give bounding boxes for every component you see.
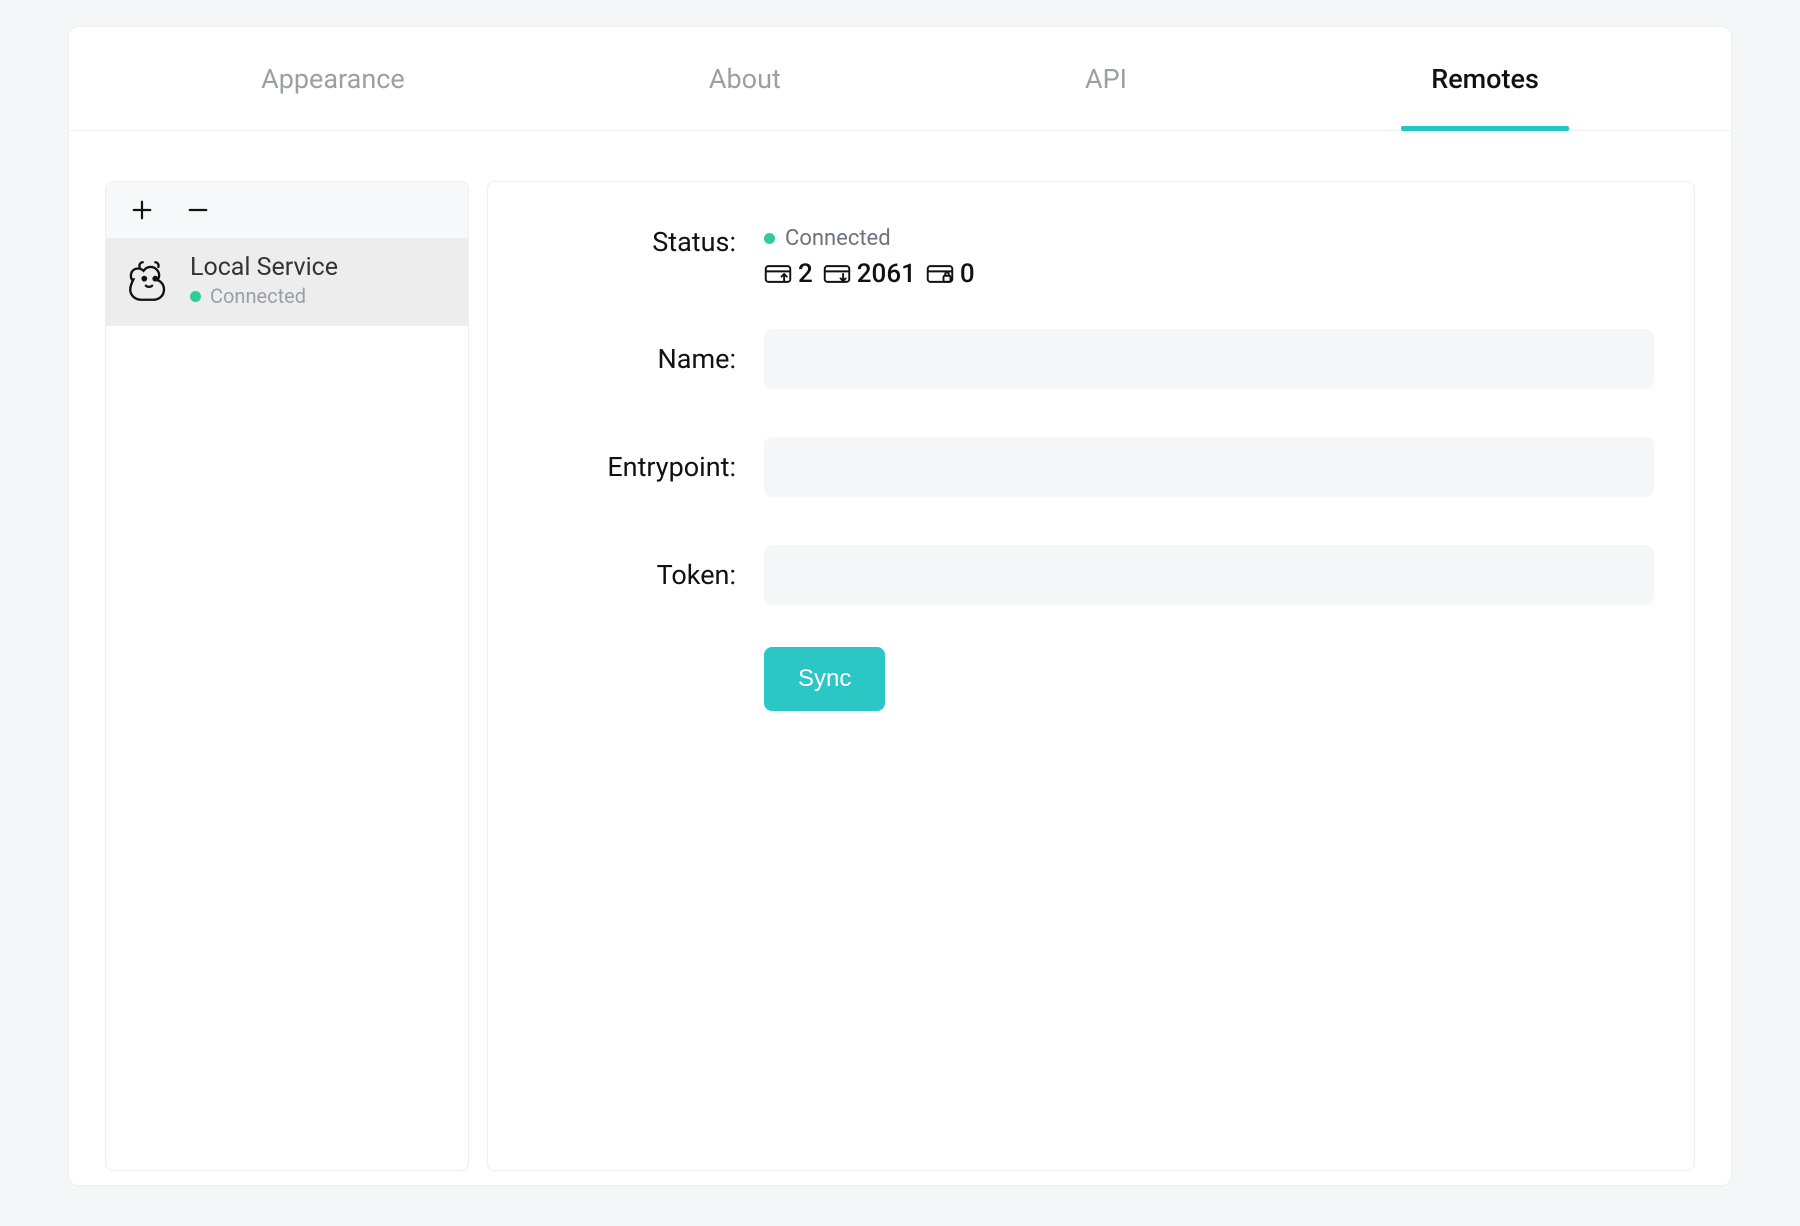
remote-detail-panel: Status: Connected 2 2061 — [487, 181, 1695, 1171]
add-remote-button[interactable] — [128, 196, 156, 224]
settings-card: Appearance About API Remotes — [68, 26, 1732, 1186]
stat-downloaded: 2061 — [823, 259, 916, 289]
remote-item-name: Local Service — [190, 253, 338, 282]
row-entrypoint: Entrypoint: — [528, 437, 1654, 497]
tab-api[interactable]: API — [1075, 27, 1137, 130]
label-name: Name: — [528, 343, 764, 375]
remote-item-texts: Local Service Connected — [190, 253, 338, 308]
stats-line: 2 2061 0 — [764, 259, 1654, 289]
stat-uploaded: 2 — [764, 259, 813, 289]
locked-card-icon — [926, 263, 954, 285]
row-token: Token: — [528, 545, 1654, 605]
remote-item-status-row: Connected — [190, 284, 338, 308]
label-status: Status: — [528, 226, 764, 258]
name-input[interactable] — [764, 329, 1654, 389]
tabbar: Appearance About API Remotes — [69, 27, 1731, 131]
status-line: Connected — [764, 226, 1654, 251]
minus-icon — [187, 199, 209, 221]
sidebar-toolbar — [106, 182, 468, 239]
row-status: Status: Connected 2 2061 — [528, 226, 1654, 289]
row-name: Name: — [528, 329, 1654, 389]
status-dot-icon — [190, 291, 201, 302]
remote-item-status: Connected — [210, 284, 306, 308]
sync-button[interactable]: Sync — [764, 647, 885, 711]
row-sync: Sync — [528, 647, 1654, 711]
status-dot-icon — [764, 233, 775, 244]
remotes-sidebar: Local Service Connected — [105, 181, 469, 1171]
label-entrypoint: Entrypoint: — [528, 451, 764, 483]
service-icon — [124, 256, 174, 306]
stat-locked: 0 — [926, 259, 975, 289]
remote-list-item[interactable]: Local Service Connected — [106, 239, 468, 326]
status-value-column: Connected 2 2061 0 — [764, 226, 1654, 289]
tab-remotes[interactable]: Remotes — [1421, 27, 1549, 130]
tab-appearance[interactable]: Appearance — [251, 27, 415, 130]
download-card-icon — [823, 263, 851, 285]
upload-card-icon — [764, 263, 792, 285]
stat-downloaded-value: 2061 — [857, 259, 916, 289]
label-token: Token: — [528, 559, 764, 591]
content-row: Local Service Connected Status: Connecte… — [69, 131, 1731, 1171]
remove-remote-button[interactable] — [184, 196, 212, 224]
tab-about[interactable]: About — [699, 27, 791, 130]
stat-uploaded-value: 2 — [798, 259, 813, 289]
status-text: Connected — [785, 226, 891, 251]
stat-locked-value: 0 — [960, 259, 975, 289]
token-input[interactable] — [764, 545, 1654, 605]
plus-icon — [131, 199, 153, 221]
entrypoint-input[interactable] — [764, 437, 1654, 497]
